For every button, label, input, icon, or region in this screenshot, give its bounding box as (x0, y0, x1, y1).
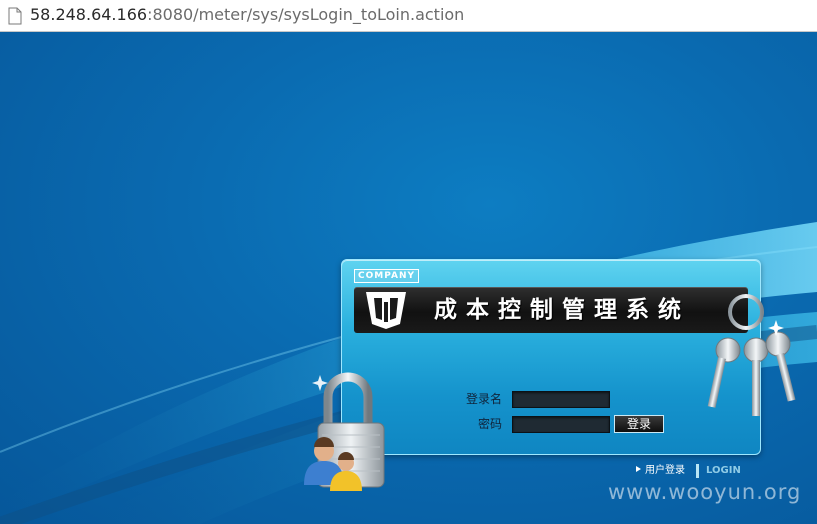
password-input[interactable] (512, 416, 610, 433)
user-login-label: 用户登录 (645, 465, 685, 476)
keys-icon (707, 294, 796, 416)
username-label: 登录名 (465, 392, 502, 406)
user-login-link[interactable]: 用户登录 (636, 463, 685, 479)
company-logo-icon (366, 292, 406, 329)
title-bar: 成本控制管理系统 (354, 287, 748, 333)
app-title: 成本控制管理系统 (434, 296, 690, 323)
login-button[interactable]: 登录 (614, 415, 664, 433)
document-icon (8, 7, 22, 25)
url-path: :8080/meter/sys/sysLogin_toLoin.action (147, 5, 465, 24)
login-panel: COMPANY 成本控制管理系统 登录名 密码 登录 用户登录 LOGIN (341, 259, 761, 478)
address-bar[interactable]: 58.248.64.166:8080/meter/sys/sysLogin_to… (0, 0, 817, 32)
username-input[interactable] (512, 391, 610, 408)
padlock-users-icon (304, 372, 385, 491)
divider (696, 464, 699, 478)
watermark: www.wooyun.org (608, 480, 802, 504)
url-text[interactable]: 58.248.64.166:8080/meter/sys/sysLogin_to… (30, 5, 464, 24)
login-en-label: LOGIN (706, 465, 741, 476)
company-tag: COMPANY (354, 269, 419, 283)
password-label: 密码 (477, 417, 502, 431)
url-host: 58.248.64.166 (30, 5, 148, 24)
play-arrow-icon (636, 466, 641, 472)
